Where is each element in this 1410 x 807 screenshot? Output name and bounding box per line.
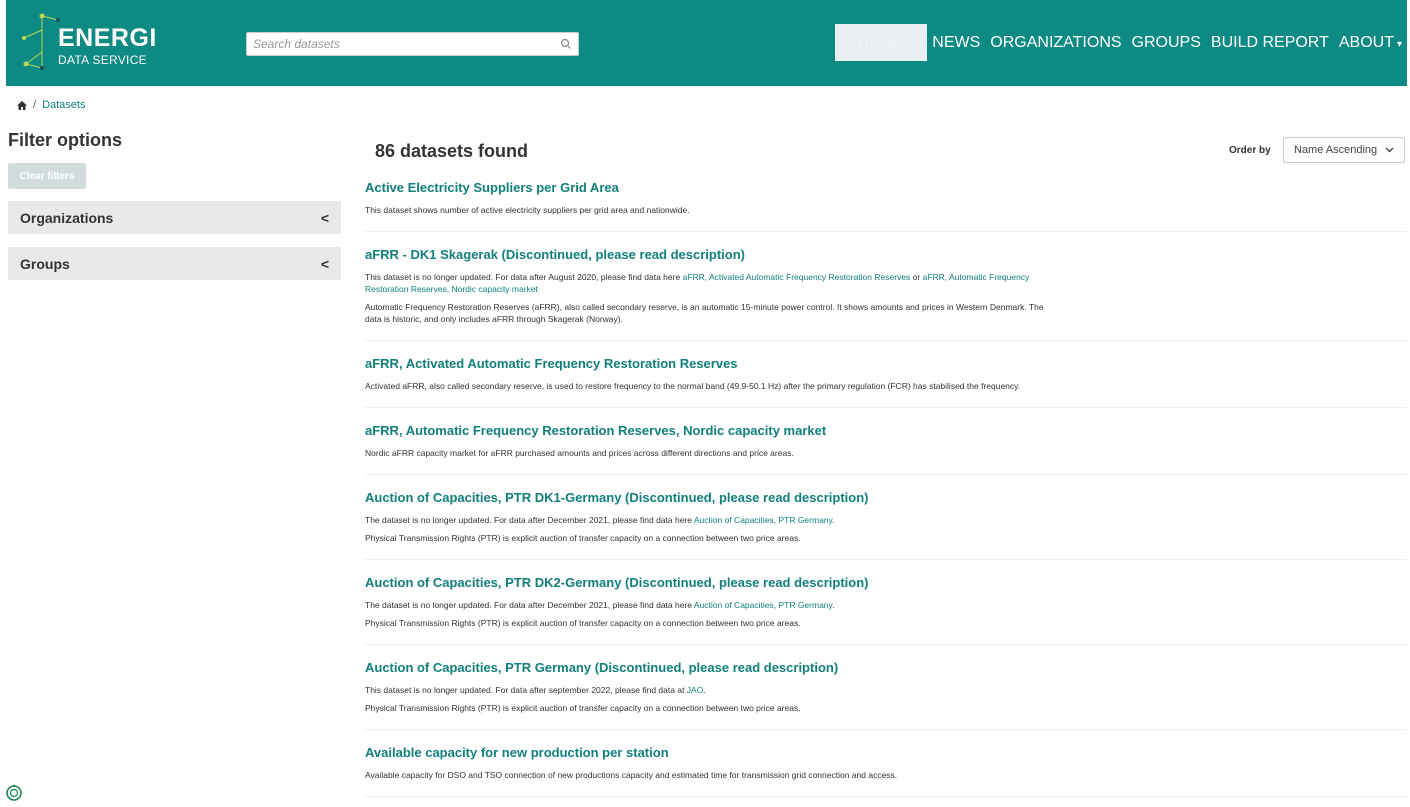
chevron-left-icon: < <box>320 209 329 226</box>
nav-datasets[interactable]: DATASETS <box>835 24 928 61</box>
breadcrumb-datasets[interactable]: Datasets <box>42 99 85 111</box>
search-box <box>246 32 579 56</box>
logo-subtitle: DATA SERVICE <box>58 53 147 67</box>
dataset-item: aFRR, Automatic Frequency Restoration Re… <box>365 423 1407 475</box>
facet-organizations[interactable]: Organizations < <box>8 201 341 234</box>
notice-link[interactable]: JAO <box>687 685 704 695</box>
dataset-item: aFRR, Activated Automatic Frequency Rest… <box>365 356 1407 408</box>
dataset-notice: This dataset is no longer updated. For d… <box>365 684 1055 696</box>
chevron-down-icon <box>1385 147 1394 153</box>
site-logo[interactable]: ENERGI DATA SERVICE <box>20 8 180 76</box>
dataset-title-link[interactable]: Active Electricity Suppliers per Grid Ar… <box>365 180 1407 195</box>
dataset-description: Physical Transmission Rights (PTR) is ex… <box>365 533 801 543</box>
order-by-label: Order by <box>1229 145 1271 156</box>
notice-text: . <box>703 685 706 695</box>
result-count: 86 datasets found <box>375 141 529 161</box>
breadcrumb: / Datasets <box>17 99 85 111</box>
dataset-description: Activated aFRR, also called secondary re… <box>365 381 1021 391</box>
facet-groups[interactable]: Groups < <box>8 247 341 280</box>
dataset-description: Physical Transmission Rights (PTR) is ex… <box>365 703 801 713</box>
dataset-title-link[interactable]: Available capacity for new production pe… <box>365 745 1407 760</box>
dataset-item: Available capacity for new production pe… <box>365 745 1407 797</box>
dataset-notice: The dataset is no longer updated. For da… <box>365 599 1055 611</box>
site-header: ENERGI DATA SERVICE DATASETS NEWS ORGANI… <box>6 0 1407 86</box>
logo-network-icon <box>22 13 60 70</box>
dataset-item: Auction of Capacities, PTR DK1-Germany (… <box>365 490 1407 560</box>
cookie-settings-icon[interactable] <box>5 784 23 802</box>
dataset-list: Active Electricity Suppliers per Grid Ar… <box>365 180 1407 807</box>
dataset-notice: The dataset is no longer updated. For da… <box>365 514 1055 526</box>
filter-title: Filter options <box>8 130 122 150</box>
notice-link[interactable]: aFRR, Activated Automatic Frequency Rest… <box>683 272 911 282</box>
order-by-select[interactable]: Name Ascending <box>1283 137 1405 163</box>
dataset-title-link[interactable]: aFRR - DK1 Skagerak (Discontinued, pleas… <box>365 247 1407 262</box>
notice-text: . <box>832 600 835 610</box>
notice-text: The dataset is no longer updated. For da… <box>365 600 694 610</box>
dataset-description: Available capacity for DSO and TSO conne… <box>365 770 898 780</box>
facet-label: Organizations <box>20 209 114 226</box>
dataset-item: Active Electricity Suppliers per Grid Ar… <box>365 180 1407 232</box>
dataset-description: Nordic aFRR capacity market for aFRR pur… <box>365 448 794 458</box>
nav-about-label: ABOUT <box>1338 34 1394 51</box>
nav-groups[interactable]: GROUPS <box>1127 24 1206 61</box>
search-icon[interactable] <box>560 38 572 50</box>
order-by-value: Name Ascending <box>1294 144 1378 156</box>
dataset-description: This dataset shows number of active elec… <box>365 205 690 215</box>
search-input[interactable] <box>247 33 547 55</box>
notice-text: This dataset is no longer updated. For d… <box>365 685 687 695</box>
home-icon[interactable] <box>17 100 27 110</box>
breadcrumb-separator: / <box>33 99 37 111</box>
dataset-title-link[interactable]: Auction of Capacities, PTR Germany (Disc… <box>365 660 1407 675</box>
nav-organizations[interactable]: ORGANIZATIONS <box>985 24 1126 61</box>
dataset-item: Auction of Capacities, PTR DK2-Germany (… <box>365 575 1407 645</box>
notice-link[interactable]: Auction of Capacities, PTR Germany <box>694 600 832 610</box>
nav-news[interactable]: NEWS <box>927 24 985 61</box>
dataset-title-link[interactable]: aFRR, Activated Automatic Frequency Rest… <box>365 356 1407 371</box>
dataset-title-link[interactable]: Auction of Capacities, PTR DK1-Germany (… <box>365 490 1407 505</box>
notice-link[interactable]: Auction of Capacities, PTR Germany <box>694 515 832 525</box>
chevron-left-icon: < <box>320 255 329 272</box>
notice-text: The dataset is no longer updated. For da… <box>365 515 694 525</box>
dataset-title-link[interactable]: aFRR, Automatic Frequency Restoration Re… <box>365 423 1407 438</box>
notice-text: . <box>832 515 835 525</box>
facet-label: Groups <box>20 255 70 272</box>
dataset-description: Physical Transmission Rights (PTR) is ex… <box>365 618 801 628</box>
nav-build-report[interactable]: BUILD REPORT <box>1206 24 1334 61</box>
dataset-title-link[interactable]: Auction of Capacities, PTR DK2-Germany (… <box>365 575 1407 590</box>
clear-filters-button[interactable]: Clear filters <box>8 163 86 189</box>
notice-text: or <box>910 272 923 282</box>
dataset-description: Automatic Frequency Restoration Reserves… <box>365 302 1044 324</box>
logo-title: ENERGI <box>58 24 157 52</box>
notice-text: This dataset is no longer updated. For d… <box>365 272 683 282</box>
caret-down-icon: ▾ <box>1396 39 1402 50</box>
main-nav: DATASETS NEWS ORGANIZATIONS GROUPS BUILD… <box>835 24 1407 61</box>
dataset-notice: This dataset is no longer updated. For d… <box>365 271 1055 295</box>
nav-about[interactable]: ABOUT ▾ <box>1334 24 1407 61</box>
dataset-item: aFRR - DK1 Skagerak (Discontinued, pleas… <box>365 247 1407 341</box>
dataset-item: Auction of Capacities, PTR Germany (Disc… <box>365 660 1407 730</box>
